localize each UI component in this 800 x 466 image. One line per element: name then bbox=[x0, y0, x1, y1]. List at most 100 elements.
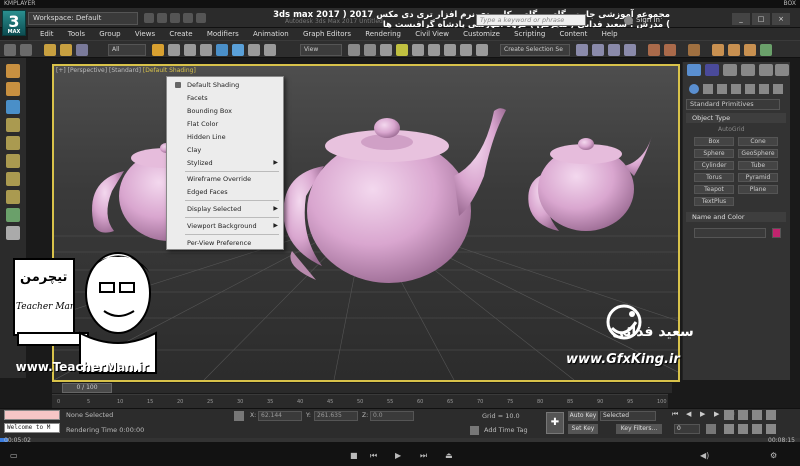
manipulate-icon[interactable] bbox=[364, 44, 376, 56]
menu-item-flat-color[interactable]: Flat Color bbox=[187, 120, 218, 128]
modify-tab-icon[interactable] bbox=[705, 64, 719, 76]
time-configuration-icon[interactable] bbox=[706, 424, 716, 434]
space-warps-icon[interactable] bbox=[759, 84, 769, 94]
geosphere-button[interactable]: GeoSphere bbox=[738, 149, 778, 158]
workspace-dropdown[interactable]: Workspace: Default bbox=[28, 12, 138, 25]
select-scale-icon[interactable] bbox=[248, 44, 260, 56]
object-color-swatch[interactable] bbox=[772, 228, 781, 238]
isolate-icon[interactable] bbox=[6, 118, 20, 132]
lights-icon[interactable] bbox=[717, 84, 727, 94]
redo-icon[interactable] bbox=[20, 44, 32, 56]
previous-frame-icon[interactable]: ◀ bbox=[686, 410, 691, 418]
menu-graph-editors[interactable]: Graph Editors bbox=[303, 28, 351, 40]
player-next-icon[interactable]: ⏭ bbox=[420, 451, 427, 461]
align-icon[interactable] bbox=[576, 44, 588, 56]
object-name-field[interactable] bbox=[694, 228, 766, 238]
box-button[interactable]: Box bbox=[694, 137, 734, 146]
key-mode-dropdown[interactable]: Selected bbox=[600, 411, 656, 421]
edit-named-selection-icon[interactable] bbox=[460, 44, 472, 56]
player-eject-icon[interactable]: ⏏ bbox=[445, 451, 453, 460]
select-object-icon[interactable] bbox=[152, 44, 164, 56]
snaps-toggle-icon[interactable] bbox=[396, 44, 408, 56]
go-to-start-icon[interactable]: ⏮ bbox=[672, 410, 678, 419]
menu-item-facets[interactable]: Facets bbox=[187, 94, 208, 102]
zoom-extents-all-icon[interactable] bbox=[766, 410, 776, 420]
a360-render-icon[interactable] bbox=[760, 44, 772, 56]
menu-tools[interactable]: Tools bbox=[68, 28, 85, 40]
menu-item-viewport-background[interactable]: Viewport Background bbox=[187, 222, 257, 230]
menu-help[interactable]: Help bbox=[602, 28, 618, 40]
ribbon-icon[interactable] bbox=[624, 44, 636, 56]
menu-edit[interactable]: Edit bbox=[40, 28, 54, 40]
cone-button[interactable]: Cone bbox=[738, 137, 778, 146]
material-editor-icon[interactable] bbox=[688, 44, 700, 56]
shapes-icon[interactable] bbox=[703, 84, 713, 94]
menu-views[interactable]: Views bbox=[135, 28, 155, 40]
percent-snap-icon[interactable] bbox=[428, 44, 440, 56]
menu-item-display-selected[interactable]: Display Selected bbox=[187, 205, 241, 213]
field-of-view-icon[interactable] bbox=[724, 424, 734, 434]
geometry-icon[interactable] bbox=[689, 84, 699, 94]
sphere-button[interactable]: Sphere bbox=[694, 149, 734, 158]
create-tab-icon[interactable] bbox=[687, 64, 701, 76]
tube-button[interactable]: Tube bbox=[738, 161, 778, 170]
next-frame-icon[interactable]: ▶ bbox=[714, 410, 719, 418]
menu-civil-view[interactable]: Civil View bbox=[415, 28, 449, 40]
search-input[interactable]: Type a keyword or phrase bbox=[476, 14, 586, 26]
key-filters-button[interactable]: Key Filters... bbox=[616, 424, 662, 434]
brush-presets-icon[interactable] bbox=[6, 154, 20, 168]
rollout-object-type[interactable]: Object Type bbox=[686, 113, 786, 123]
textplus-button[interactable]: TextPlus bbox=[694, 197, 734, 206]
viewport-pov-menu[interactable]: [Perspective] bbox=[68, 67, 107, 74]
select-move-icon[interactable] bbox=[216, 44, 228, 56]
player-volume-icon[interactable]: ◀) bbox=[700, 451, 709, 460]
primitive-category-dropdown[interactable]: Standard Primitives bbox=[686, 99, 780, 110]
z-coordinate-field[interactable]: 0.0 bbox=[370, 411, 414, 421]
player-settings-icon[interactable]: ⚙ bbox=[770, 451, 777, 460]
cameras-icon[interactable] bbox=[731, 84, 741, 94]
player-seek-bar[interactable] bbox=[0, 438, 800, 442]
time-tag-icon[interactable] bbox=[470, 426, 479, 435]
particle-view-icon[interactable] bbox=[6, 208, 20, 222]
animation-layers-icon[interactable] bbox=[6, 64, 20, 78]
torus-button[interactable]: Torus bbox=[694, 173, 734, 182]
player-prev-icon[interactable]: ⏮ bbox=[370, 451, 377, 461]
x-coordinate-field[interactable]: 62.144 bbox=[258, 411, 302, 421]
teapot-center[interactable] bbox=[283, 108, 507, 283]
current-frame-field[interactable]: 0 bbox=[674, 424, 700, 434]
time-slider[interactable]: 0 / 100 bbox=[52, 383, 672, 393]
menu-item-hidden-line[interactable]: Hidden Line bbox=[187, 133, 226, 141]
plane-button[interactable]: Plane bbox=[738, 185, 778, 194]
play-icon[interactable]: ▶ bbox=[700, 410, 705, 418]
rollout-name-and-color[interactable]: Name and Color bbox=[686, 212, 786, 222]
viewport-standard-menu[interactable]: [Standard] bbox=[109, 67, 141, 74]
menu-scripting[interactable]: Scripting bbox=[514, 28, 545, 40]
maxscript-mini-listener[interactable]: Welcome to M bbox=[4, 423, 60, 433]
cylinder-button[interactable]: Cylinder bbox=[694, 161, 734, 170]
angle-snap-icon[interactable] bbox=[412, 44, 424, 56]
zoom-extents-icon[interactable] bbox=[752, 410, 762, 420]
redo-icon[interactable] bbox=[196, 13, 206, 23]
container-icon[interactable] bbox=[6, 82, 20, 96]
app-logo-button[interactable]: 3 MAX bbox=[2, 10, 26, 36]
menu-item-edged-faces[interactable]: Edged Faces bbox=[187, 188, 228, 196]
menu-rendering[interactable]: Rendering bbox=[365, 28, 401, 40]
set-key-big-icon[interactable]: ✚ bbox=[546, 412, 564, 434]
menu-item-default-shading[interactable]: Default Shading bbox=[187, 81, 239, 89]
menu-item-stylized[interactable]: Stylized bbox=[187, 159, 213, 167]
new-file-icon[interactable] bbox=[144, 13, 154, 23]
named-selection-set-dropdown[interactable]: Create Selection Se bbox=[500, 44, 570, 56]
curve-editor-icon[interactable] bbox=[648, 44, 660, 56]
scene-explorer-icon[interactable] bbox=[592, 44, 604, 56]
layer-manager-icon[interactable] bbox=[6, 136, 20, 150]
menu-modifiers[interactable]: Modifiers bbox=[207, 28, 239, 40]
selection-filter-dropdown[interactable]: All bbox=[108, 44, 146, 56]
player-play-icon[interactable]: ▶ bbox=[395, 451, 401, 460]
pan-view-icon[interactable] bbox=[738, 424, 748, 434]
teapot-button[interactable]: Teapot bbox=[694, 185, 734, 194]
zoom-icon[interactable] bbox=[724, 410, 734, 420]
menu-content[interactable]: Content bbox=[560, 28, 588, 40]
select-by-name-icon[interactable] bbox=[168, 44, 180, 56]
mirror-icon[interactable] bbox=[476, 44, 488, 56]
y-coordinate-field[interactable]: 261.635 bbox=[314, 411, 358, 421]
